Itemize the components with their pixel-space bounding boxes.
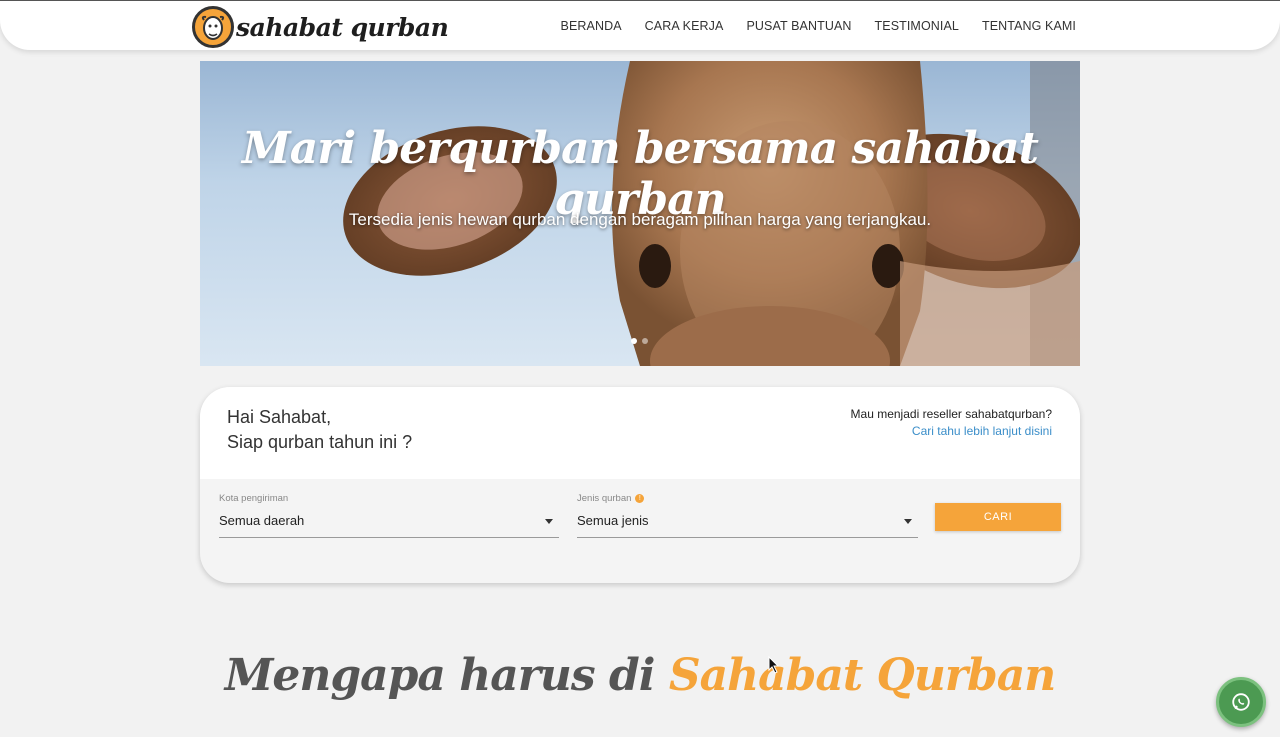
- city-label-text: Kota pengiriman: [219, 493, 289, 504]
- type-label-text: Jenis qurban: [577, 493, 632, 504]
- reseller-question: Mau menjadi reseller sahabatqurban?: [850, 407, 1052, 421]
- reseller-link[interactable]: Cari tahu lebih lanjut disini: [912, 424, 1052, 438]
- nav-item-cara-kerja[interactable]: CARA KERJA: [645, 19, 724, 33]
- chevron-down-icon: [545, 519, 553, 524]
- nav-item-beranda[interactable]: BERANDA: [561, 19, 622, 33]
- type-select-label: Jenis qurban !: [577, 493, 645, 504]
- info-icon[interactable]: !: [635, 494, 645, 503]
- chevron-down-icon: [904, 519, 912, 524]
- nav-item-pusat-bantuan[interactable]: PUSAT BANTUAN: [746, 19, 851, 33]
- brand-name: sahabat qurban: [236, 12, 449, 42]
- whatsapp-icon: [1232, 693, 1250, 711]
- brand-logo[interactable]: sahabat qurban: [192, 6, 449, 48]
- carousel-dot-2[interactable]: [642, 338, 648, 344]
- city-select-label: Kota pengiriman: [219, 493, 288, 504]
- section-heading: Mengapa harus di Sahabat Qurban: [0, 650, 1280, 701]
- hero-banner[interactable]: Mari berqurban bersama sahabat qurban Te…: [200, 61, 1080, 366]
- city-select[interactable]: Kota pengiriman Semua daerah: [219, 493, 559, 538]
- whatsapp-button[interactable]: [1216, 677, 1266, 727]
- section-heading-part-2: Sahabat Qurban: [668, 650, 1056, 701]
- mouse-cursor-icon: [768, 656, 780, 674]
- type-select-value: Semua jenis: [577, 513, 649, 528]
- nav-item-tentang-kami[interactable]: TENTANG KAMI: [982, 19, 1076, 33]
- type-select[interactable]: Jenis qurban ! Semua jenis: [577, 493, 918, 538]
- search-card: Hai Sahabat, Siap qurban tahun ini ? Mau…: [200, 387, 1080, 583]
- goat-face-logo-icon: [192, 6, 234, 48]
- site-header: sahabat qurban BERANDA CARA KERJA PUSAT …: [0, 0, 1280, 50]
- main-nav: BERANDA CARA KERJA PUSAT BANTUAN TESTIMO…: [538, 19, 1076, 33]
- carousel-dot-1[interactable]: [631, 338, 637, 344]
- search-card-header: Hai Sahabat, Siap qurban tahun ini ? Mau…: [200, 387, 1080, 479]
- city-select-value: Semua daerah: [219, 513, 305, 528]
- search-button[interactable]: CARI: [935, 503, 1061, 531]
- section-heading-part-1: Mengapa harus di: [224, 650, 656, 701]
- nav-item-testimonial[interactable]: TESTIMONIAL: [875, 19, 959, 33]
- greeting-line-1: Hai Sahabat,: [227, 407, 332, 427]
- greeting-line-2: Siap qurban tahun ini ?: [227, 432, 413, 452]
- carousel-indicators: [631, 338, 653, 344]
- hero-subtitle: Tersedia jenis hewan qurban dengan berag…: [348, 210, 932, 229]
